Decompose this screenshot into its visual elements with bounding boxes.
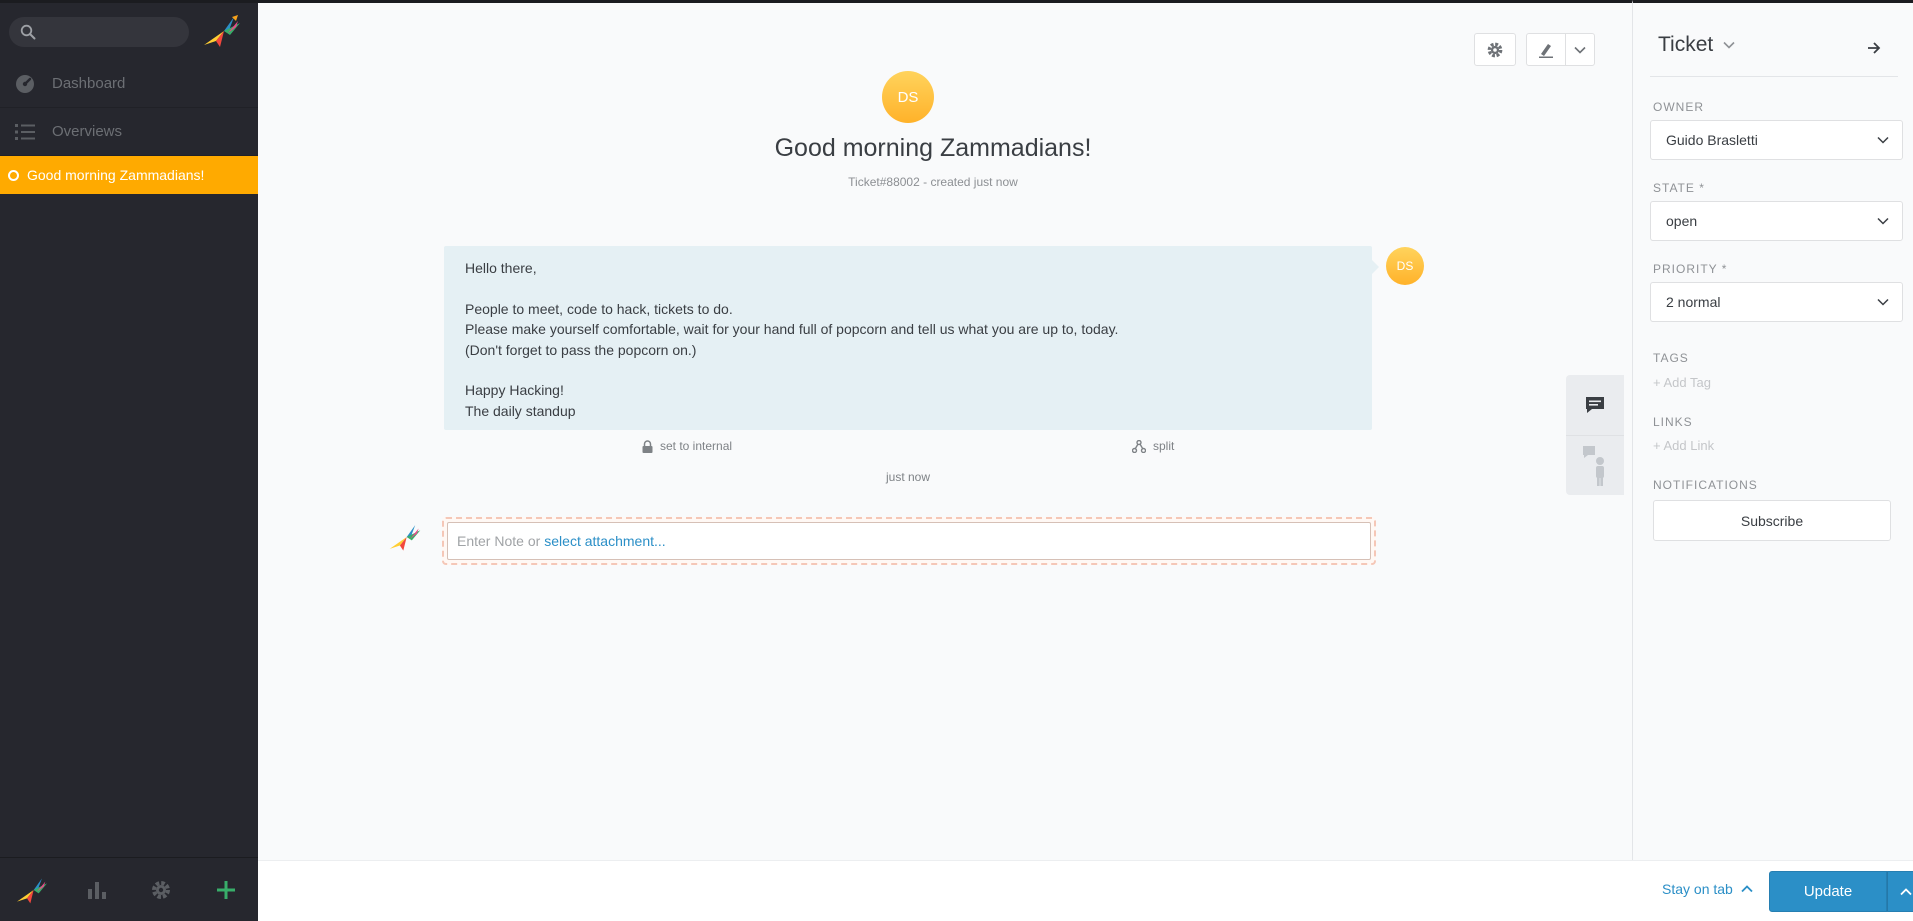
tags-label: TAGS [1653,351,1689,365]
add-icon [216,880,235,899]
article-line [465,360,1351,380]
article-type-switcher [1566,375,1624,495]
note-icon [1586,397,1604,413]
nav-bottom-bar [0,857,258,921]
admin-settings-button[interactable] [129,858,194,921]
reports-button[interactable] [65,858,130,921]
ticket-zoom: DS Good morning Zammadians! Ticket#88002… [258,0,1632,860]
macro-button[interactable] [1526,33,1566,66]
tab-phone[interactable] [1566,435,1624,495]
update-options-button[interactable] [1887,871,1913,912]
ticket-action-bar: Stay on tab Update [258,860,1913,921]
select-attachment-link[interactable]: select attachment... [544,533,665,549]
article-author-avatar[interactable]: DS [1386,247,1424,285]
sidebar-title: Ticket [1658,33,1714,56]
set-internal-action[interactable]: set to internal [642,439,732,453]
chevron-down-icon [1877,217,1889,225]
ticket-meta: Ticket#88002 - created just now [848,175,1018,189]
chevron-up-icon [1741,885,1753,893]
add-tag-link[interactable]: + Add Tag [1653,375,1711,390]
list-icon [15,123,35,140]
article-body: Hello there, People to meet, code to hac… [444,246,1379,430]
chevron-down-icon [1574,46,1586,54]
article-timestamp: just now [885,470,931,484]
ticket-settings-button[interactable] [1474,33,1516,66]
task-status-icon [8,169,19,181]
note-input[interactable]: Enter Note or select attachment... [447,522,1371,560]
marker-icon [1539,43,1553,58]
nav-item-dashboard[interactable]: Dashboard [0,60,258,108]
dashboard-icon [16,74,34,93]
user-menu-button[interactable] [0,858,65,921]
split-icon [1132,439,1146,453]
collapse-sidebar-button[interactable] [1863,37,1885,59]
sidebar-title-dropdown[interactable]: Ticket [1658,33,1735,57]
main-navigation: Dashboard Overviews Good morning Zammadi… [0,0,258,921]
action-label: set to internal [660,439,733,453]
article-line: Hello there, [465,260,537,276]
global-search[interactable] [9,17,189,47]
note-placeholder: Enter Note or [457,533,541,549]
person-speech-icon [1583,445,1604,486]
notifications-label: NOTIFICATIONS [1653,478,1758,492]
open-ticket-task[interactable]: Good morning Zammadians! [0,156,258,194]
settings-icon [152,880,171,899]
chevron-up-icon [1900,887,1912,895]
chevron-down-icon [1877,136,1889,144]
state-value: open [1666,213,1698,229]
ticket-sidebar: Ticket OWNER Guido Brasletti STATE * ope… [1632,0,1913,860]
ticket-title[interactable]: Good morning Zammadians! [558,134,1308,163]
nav-item-label: Overviews [52,123,123,140]
gear-icon [1487,42,1503,57]
split-action[interactable]: split [1132,439,1174,453]
reply-composer[interactable]: Enter Note or select attachment... [442,517,1376,565]
priority-select[interactable]: 2 normal [1650,282,1903,322]
links-label: LINKS [1653,415,1693,429]
search-icon [20,24,36,40]
update-button[interactable]: Update [1769,871,1887,912]
stay-on-tab-dropdown[interactable]: Stay on tab [1662,881,1753,897]
divider [1650,76,1898,77]
tab-note[interactable] [1566,375,1624,435]
search-input[interactable] [43,17,183,47]
article-line [465,278,1351,298]
reports-icon [87,881,106,899]
logo-icon [17,877,48,903]
action-label: split [1153,439,1175,453]
state-label: STATE * [1653,181,1705,195]
article-line: The daily standup [465,402,576,419]
owner-select[interactable]: Guido Brasletti [1650,120,1903,160]
agent-avatar-icon [389,525,421,551]
task-title: Good morning Zammadians! [27,167,205,183]
stay-on-tab-label: Stay on tab [1662,881,1733,897]
nav-item-overviews[interactable]: Overviews [0,108,258,156]
owner-label: OWNER [1653,100,1704,114]
article-line: Happy Hacking! [465,382,564,399]
article-line: Please make yourself comfortable, wait f… [465,321,1119,338]
priority-label: PRIORITY * [1653,262,1728,276]
zammad-logo-icon[interactable] [202,13,242,49]
article-line: (Don't forget to pass the popcorn on.) [465,341,697,358]
lock-icon [642,439,653,453]
nav-item-label: Dashboard [52,75,126,92]
create-new-button[interactable] [194,858,259,921]
macro-dropdown-button[interactable] [1565,33,1595,66]
chevron-down-icon [1723,41,1735,49]
priority-value: 2 normal [1666,294,1721,310]
chevron-down-icon [1877,298,1889,306]
arrow-right-icon [1868,42,1881,54]
state-select[interactable]: open [1650,201,1903,241]
owner-value: Guido Brasletti [1666,132,1758,148]
add-link-link[interactable]: + Add Link [1653,438,1714,453]
customer-avatar[interactable]: DS [882,71,934,123]
article-line: People to meet, code to hack, tickets to… [465,300,733,317]
subscribe-button[interactable]: Subscribe [1653,500,1891,541]
